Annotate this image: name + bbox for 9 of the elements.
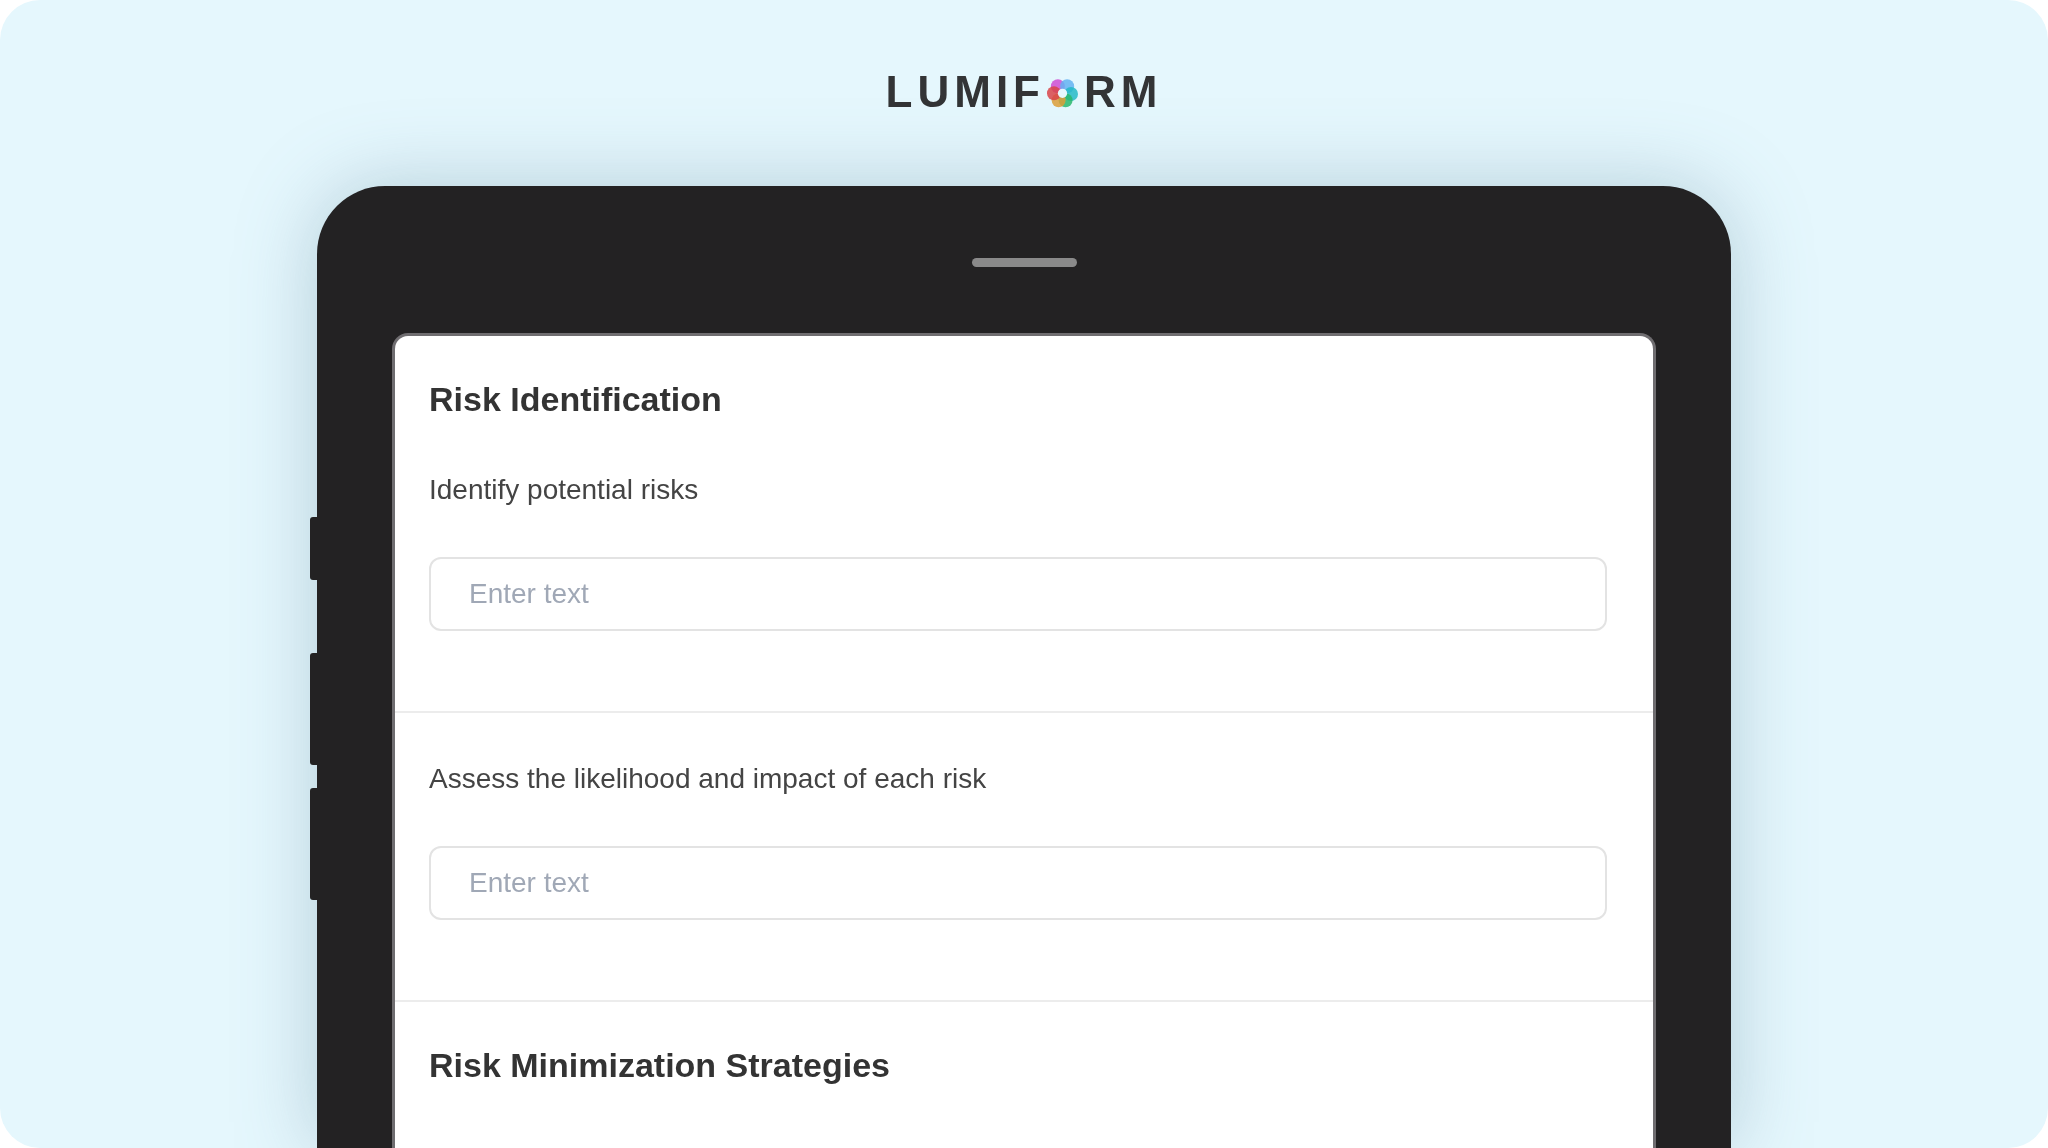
text-field[interactable]: Enter text	[429, 846, 1607, 920]
question-label: Identify potential risks	[429, 474, 700, 506]
logo-text: LUMIF	[885, 72, 1045, 112]
flower-logo-icon	[1047, 76, 1078, 108]
logo-text: RM	[1084, 72, 1163, 112]
section-title: Risk Identification	[429, 380, 723, 419]
question-label: Assess the likelihood and impact of each risk	[429, 763, 988, 795]
text-field[interactable]: Enter text	[429, 557, 1607, 631]
section-title: Risk Minimization Strategies	[429, 1046, 891, 1085]
